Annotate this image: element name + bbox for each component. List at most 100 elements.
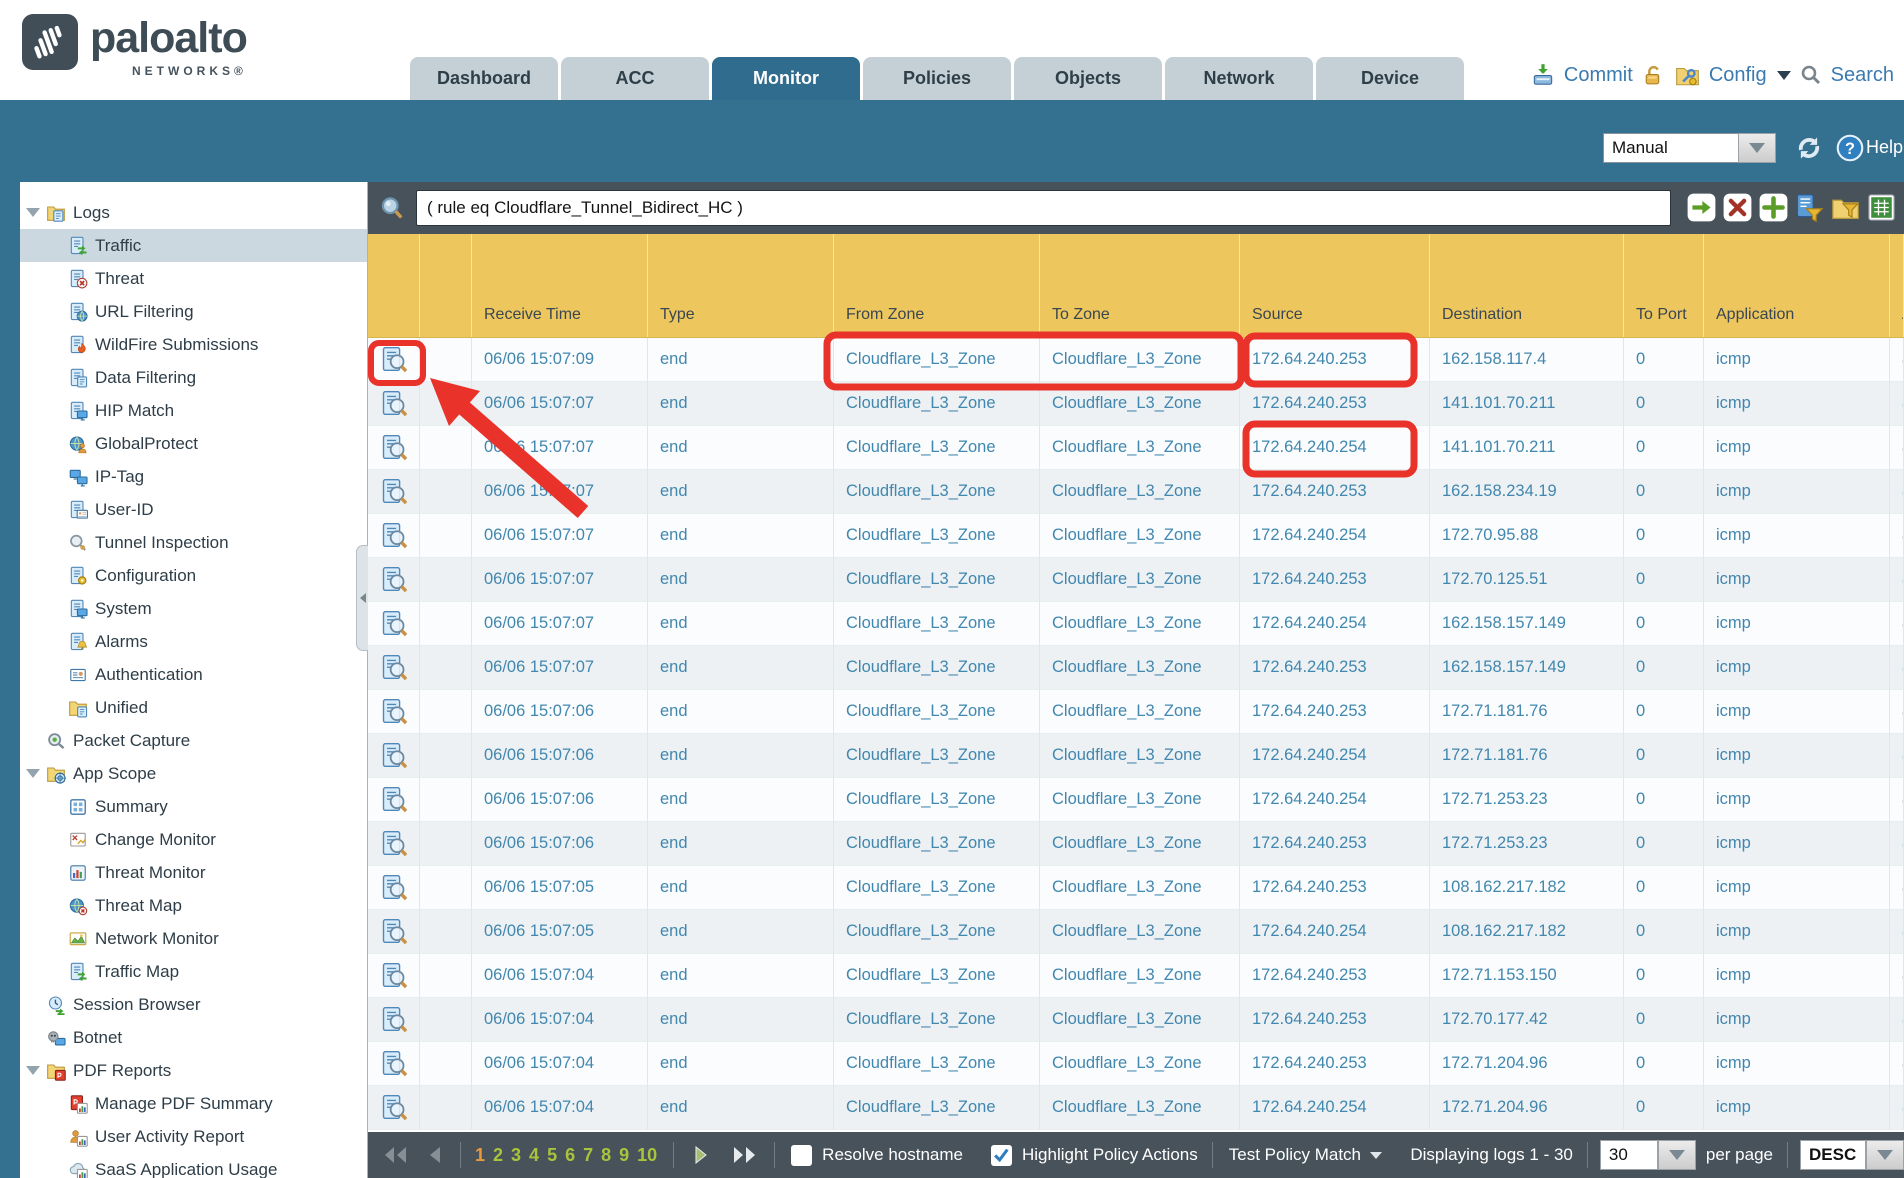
cell-to-zone[interactable]: Cloudflare_L3_Zone (1040, 778, 1240, 822)
cell-from-zone[interactable]: Cloudflare_L3_Zone (834, 690, 1040, 734)
page-number-1[interactable]: 1 (475, 1145, 485, 1166)
cell-to-zone[interactable]: Cloudflare_L3_Zone (1040, 558, 1240, 602)
cell-destination[interactable]: 172.71.204.96 (1430, 1086, 1624, 1130)
cell-destination[interactable]: 172.71.253.23 (1430, 822, 1624, 866)
cell-source[interactable]: 172.64.240.253 (1240, 954, 1430, 998)
cell-destination[interactable]: 108.162.217.182 (1430, 910, 1624, 954)
sidebar-item-user-id[interactable]: User-ID (20, 493, 367, 526)
per-page-dropdown-button[interactable] (1658, 1140, 1696, 1170)
page-number-3[interactable]: 3 (511, 1145, 521, 1166)
cell-from-zone[interactable]: Cloudflare_L3_Zone (834, 954, 1040, 998)
sidebar-item-app-scope[interactable]: App Scope (20, 757, 367, 790)
sidebar-item-url-filtering[interactable]: URL Filtering (20, 295, 367, 328)
cell-source[interactable]: 172.64.240.254 (1240, 1086, 1430, 1130)
cell-from-zone[interactable]: Cloudflare_L3_Zone (834, 514, 1040, 558)
sidebar-item-threat[interactable]: Threat (20, 262, 367, 295)
cell-from-zone[interactable]: Cloudflare_L3_Zone (834, 338, 1040, 382)
page-number-7[interactable]: 7 (583, 1145, 593, 1166)
cell-destination[interactable]: 172.71.181.76 (1430, 734, 1624, 778)
cell-to-zone[interactable]: Cloudflare_L3_Zone (1040, 470, 1240, 514)
sidebar-item-traffic[interactable]: Traffic (20, 229, 367, 262)
help-label[interactable]: Help (1866, 137, 1903, 158)
column-header-type[interactable]: Type (648, 234, 834, 337)
column-header-source[interactable]: Source (1240, 234, 1430, 337)
sidebar-item-botnet[interactable]: Botnet (20, 1021, 367, 1054)
log-detail-icon[interactable] (368, 382, 420, 426)
tab-monitor[interactable]: Monitor (712, 57, 860, 100)
sidebar-item-packet-capture[interactable]: Packet Capture (20, 724, 367, 757)
sidebar-item-user-activity-report[interactable]: User Activity Report (20, 1120, 367, 1153)
cell-from-zone[interactable]: Cloudflare_L3_Zone (834, 382, 1040, 426)
page-number-9[interactable]: 9 (619, 1145, 629, 1166)
refresh-icon[interactable] (1794, 133, 1824, 163)
sidebar-item-traffic-map[interactable]: Traffic Map (20, 955, 367, 988)
sidebar-item-data-filtering[interactable]: Data Filtering (20, 361, 367, 394)
log-detail-icon[interactable] (368, 514, 420, 558)
cell-destination[interactable]: 162.158.117.4 (1430, 338, 1624, 382)
log-detail-icon[interactable] (368, 1042, 420, 1086)
config-caret-icon[interactable] (1777, 71, 1791, 80)
cell-destination[interactable]: 172.70.95.88 (1430, 514, 1624, 558)
cell-source[interactable]: 172.64.240.254 (1240, 426, 1430, 470)
column-header-to-zone[interactable]: To Zone (1040, 234, 1240, 337)
column-header-destination[interactable]: Destination (1430, 234, 1624, 337)
column-header-a[interactable]: A (1890, 234, 1904, 337)
test-policy-caret-icon[interactable] (1369, 1150, 1383, 1160)
log-detail-icon[interactable] (368, 1086, 420, 1130)
commit-button[interactable]: Commit (1564, 64, 1633, 87)
cell-source[interactable]: 172.64.240.253 (1240, 998, 1430, 1042)
sidebar-item-configuration[interactable]: Configuration (20, 559, 367, 592)
search-button[interactable]: Search (1831, 64, 1894, 87)
expand-arrow-icon[interactable] (26, 208, 40, 217)
cell-destination[interactable]: 108.162.217.182 (1430, 866, 1624, 910)
page-number-5[interactable]: 5 (547, 1145, 557, 1166)
cell-to-zone[interactable]: Cloudflare_L3_Zone (1040, 382, 1240, 426)
refresh-interval-select[interactable]: Manual (1603, 133, 1739, 163)
column-header-to-port[interactable]: To Port (1624, 234, 1704, 337)
sidebar-item-threat-monitor[interactable]: Threat Monitor (20, 856, 367, 889)
log-detail-icon[interactable] (368, 602, 420, 646)
cell-destination[interactable]: 162.158.157.149 (1430, 646, 1624, 690)
tab-device[interactable]: Device (1316, 57, 1464, 100)
log-detail-icon[interactable] (368, 998, 420, 1042)
commit-icon[interactable] (1530, 62, 1556, 88)
sidebar-item-hip-match[interactable]: HIP Match (20, 394, 367, 427)
cell-from-zone[interactable]: Cloudflare_L3_Zone (834, 470, 1040, 514)
cell-source[interactable]: 172.64.240.254 (1240, 910, 1430, 954)
sidebar-item-unified[interactable]: Unified (20, 691, 367, 724)
log-detail-icon[interactable] (368, 426, 420, 470)
search-icon[interactable] (1799, 63, 1823, 87)
cell-from-zone[interactable]: Cloudflare_L3_Zone (834, 866, 1040, 910)
log-detail-icon[interactable] (368, 646, 420, 690)
highlight-policy-checkbox[interactable] (991, 1145, 1012, 1166)
apply-filter-icon[interactable] (1687, 193, 1716, 222)
resolve-hostname-checkbox[interactable] (791, 1145, 812, 1166)
sidebar-item-ip-tag[interactable]: IP-Tag (20, 460, 367, 493)
cell-from-zone[interactable]: Cloudflare_L3_Zone (834, 646, 1040, 690)
sidebar-item-wildfire-submissions[interactable]: WildFire Submissions (20, 328, 367, 361)
cell-destination[interactable]: 162.158.234.19 (1430, 470, 1624, 514)
cell-destination[interactable]: 172.71.181.76 (1430, 690, 1624, 734)
expand-arrow-icon[interactable] (26, 1066, 40, 1075)
sidebar-item-authentication[interactable]: Authentication (20, 658, 367, 691)
prev-page-icon[interactable] (426, 1144, 444, 1166)
cell-source[interactable]: 172.64.240.253 (1240, 470, 1430, 514)
cell-source[interactable]: 172.64.240.253 (1240, 646, 1430, 690)
export-icon[interactable] (1867, 193, 1896, 222)
log-detail-icon[interactable] (368, 470, 420, 514)
page-number-4[interactable]: 4 (529, 1145, 539, 1166)
cell-from-zone[interactable]: Cloudflare_L3_Zone (834, 778, 1040, 822)
sidebar-item-alarms[interactable]: Alarms (20, 625, 367, 658)
cell-from-zone[interactable]: Cloudflare_L3_Zone (834, 602, 1040, 646)
cell-destination[interactable]: 162.158.157.149 (1430, 602, 1624, 646)
sidebar-item-saas-application-usage[interactable]: SaaS Application Usage (20, 1153, 367, 1178)
tab-network[interactable]: Network (1165, 57, 1313, 100)
cell-source[interactable]: 172.64.240.253 (1240, 338, 1430, 382)
filter-query-input[interactable] (416, 190, 1671, 226)
tab-policies[interactable]: Policies (863, 57, 1011, 100)
sidebar-item-system[interactable]: System (20, 592, 367, 625)
column-header-application[interactable]: Application (1704, 234, 1890, 337)
log-detail-icon[interactable] (368, 778, 420, 822)
cell-to-zone[interactable]: Cloudflare_L3_Zone (1040, 514, 1240, 558)
cell-destination[interactable]: 172.70.177.42 (1430, 998, 1624, 1042)
